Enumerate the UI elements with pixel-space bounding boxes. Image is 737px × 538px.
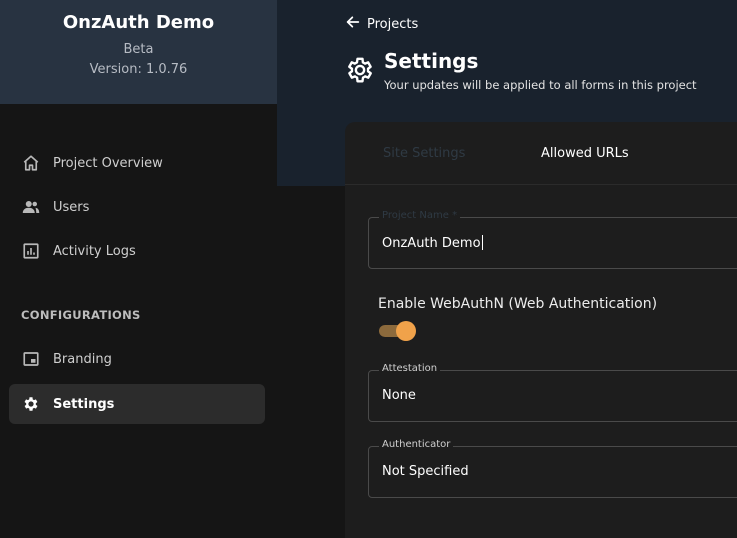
authenticator-select[interactable]: Authenticator Not Specified [368, 439, 737, 498]
tab-allowed-urls[interactable]: Allowed URLs [541, 146, 629, 161]
page-subtitle: Your updates will be applied to all form… [384, 78, 697, 92]
branding-icon [22, 350, 40, 368]
tab-site-settings[interactable]: Site Settings [383, 146, 465, 161]
home-icon [22, 154, 40, 172]
attestation-value: None [382, 388, 416, 403]
app-version: Version: 1.0.76 [89, 62, 188, 77]
arrow-left-icon [345, 14, 361, 34]
back-to-projects-link[interactable]: Projects [345, 14, 418, 34]
gear-icon [345, 55, 375, 85]
sidebar-item-label: Branding [53, 351, 112, 367]
sidebar-item-label: Settings [53, 396, 115, 412]
project-name-value[interactable]: OnzAuth Demo [382, 235, 483, 251]
sidebar: OnzAuth Demo Beta Version: 1.0.76 Projec… [0, 0, 277, 538]
project-name-field[interactable]: Project Name * OnzAuth Demo [368, 210, 737, 269]
app-channel: Beta [123, 42, 154, 57]
tab-divider [345, 184, 737, 185]
sidebar-header: OnzAuth Demo Beta Version: 1.0.76 [0, 0, 277, 104]
sidebar-item-project-overview[interactable]: Project Overview [9, 143, 265, 183]
authenticator-value: Not Specified [382, 464, 469, 479]
sidebar-item-label: Project Overview [53, 155, 163, 171]
authenticator-label: Authenticator [379, 439, 454, 450]
gear-icon [22, 395, 40, 413]
bar-chart-icon [22, 242, 40, 260]
project-name-label: Project Name * [379, 210, 461, 221]
webauthn-label: Enable WebAuthN (Web Authentication) [378, 296, 658, 312]
app-name: OnzAuth Demo [62, 12, 215, 33]
sidebar-item-users[interactable]: Users [9, 187, 265, 227]
sidebar-item-label: Users [53, 199, 90, 215]
toggle-thumb [396, 321, 416, 341]
page-title: Settings [384, 49, 479, 73]
attestation-label: Attestation [379, 363, 441, 374]
sidebar-item-label: Activity Logs [53, 243, 136, 259]
sidebar-item-activity-logs[interactable]: Activity Logs [9, 231, 265, 271]
back-link-label: Projects [367, 16, 419, 32]
webauthn-toggle[interactable] [379, 321, 417, 341]
section-title-configurations: CONFIGURATIONS [21, 308, 141, 322]
attestation-select[interactable]: Attestation None [368, 363, 737, 422]
sidebar-item-branding[interactable]: Branding [9, 339, 265, 379]
users-icon [22, 198, 40, 216]
sidebar-item-settings[interactable]: Settings [9, 384, 265, 424]
